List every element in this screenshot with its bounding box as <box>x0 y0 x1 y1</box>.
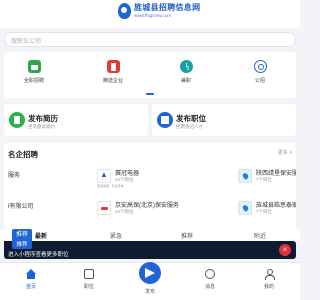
company-name: 赛冠电器 <box>115 171 140 177</box>
company-name: 旌城县皓思泰家具厂 <box>256 203 296 209</box>
company-logo-icon <box>97 169 111 183</box>
briefcase-icon <box>27 60 41 73</box>
nav-label: 消息 <box>204 284 215 290</box>
nav-label: 我的 <box>263 284 274 290</box>
message-icon <box>205 269 215 279</box>
search-placeholder: 搜职位公司 <box>11 39 42 45</box>
miniapp-banner[interactable]: 推荐 进入小程序查看更多职位 × <box>4 241 296 259</box>
notice-text: 进入小程序查看更多职位 <box>8 252 69 258</box>
company-logo-icon <box>97 201 111 215</box>
company-card[interactable]: 旌城县皓思泰家具厂 7个岗位 <box>238 199 296 225</box>
post-job-card[interactable]: 发布职位 招聘身边人才 <box>152 104 296 136</box>
menu-item-public[interactable]: 公招 <box>240 60 280 84</box>
badge-icon <box>253 60 267 73</box>
job-tabs: 最新 紧急 推荐 附近 <box>0 229 300 241</box>
top-bar: 旌城县招聘信息网 www.fhqpcnw.com <box>0 0 300 28</box>
company-job-count: 7个岗位 <box>256 209 273 214</box>
promo-title: 发布简历 <box>28 114 58 123</box>
tab-nearby[interactable]: 附近 <box>254 231 266 240</box>
promo-title: 发布职位 <box>176 114 206 123</box>
category-menu: 全职招聘 精选企业 兼职 公招 <box>4 52 296 98</box>
menu-label: 公招 <box>254 78 265 84</box>
company-name: 京安高保(北京)保安服务 <box>115 203 179 209</box>
logo-text: 旌城县招聘信息网 www.fhqpcnw.com <box>134 2 201 19</box>
logo-title: 旌城县招聘信息网 <box>134 2 201 12</box>
nav-profile[interactable]: 我的 <box>254 269 284 290</box>
building-icon <box>106 60 120 73</box>
company-card[interactable]: 京安高保(北京)保安服务 10个岗位 <box>97 199 232 225</box>
section-title: 名企招聘 <box>8 150 38 159</box>
post-resume-card[interactable]: 发布简历 坐等面试邀约 <box>4 104 148 136</box>
nav-post-label: 发布 <box>144 289 155 295</box>
clock-icon <box>179 60 193 73</box>
company-name: 陕西靖垦保安服务 <box>256 171 296 177</box>
company-job-count: 10个岗位 <box>115 177 134 182</box>
promo-subtitle: 坐等面试邀约 <box>28 124 55 129</box>
close-icon[interactable]: × <box>279 244 291 256</box>
company-tagline: 赛冠电器 · 专注家电 <box>97 184 124 188</box>
nav-label: 职位 <box>83 284 94 290</box>
tab-urgent[interactable]: 紧急 <box>110 231 122 240</box>
company-cut-label[interactable]: 服务 <box>8 170 20 179</box>
tab-recommended[interactable]: 推荐 <box>181 231 193 240</box>
company-card[interactable]: 陕西靖垦保安服务 7个岗位 <box>238 167 296 193</box>
send-icon[interactable] <box>139 262 161 284</box>
company-job-count: 10个岗位 <box>115 209 134 214</box>
promo-subtitle: 招聘身边人才 <box>176 124 203 129</box>
resume-icon <box>9 112 25 128</box>
site-logo[interactable]: 旌城县招聘信息网 www.fhqpcnw.com <box>118 3 200 19</box>
nav-home[interactable]: 首页 <box>16 269 46 290</box>
user-icon <box>264 269 275 280</box>
company-card[interactable]: 赛冠电器 10个岗位 赛冠电器 · 专注家电 <box>97 167 227 193</box>
logo-domain: www.fhqpcnw.com <box>134 12 172 18</box>
menu-label: 精选企业 <box>102 78 123 84</box>
logo-mark-icon <box>118 3 131 19</box>
company-logo-icon <box>238 169 252 183</box>
menu-item-parttime[interactable]: 兼职 <box>166 60 206 84</box>
menu-page-indicator <box>146 93 154 95</box>
tab-latest[interactable]: 最新 <box>35 231 47 240</box>
company-logo-icon <box>238 201 252 215</box>
company-job-count: 7个岗位 <box>256 177 273 182</box>
nav-jobs[interactable]: 职位 <box>74 269 104 290</box>
featured-companies: 名企招聘 更多 > 服务 l有限公司 赛冠电器 10个岗位 赛冠电器 · 专注家… <box>4 143 296 229</box>
job-post-icon <box>157 112 173 128</box>
menu-label: 兼职 <box>180 78 191 84</box>
menu-item-fulltime[interactable]: 全职招聘 <box>14 60 54 84</box>
nav-label: 首页 <box>25 284 36 290</box>
company-cut-label[interactable]: l有限公司 <box>8 201 33 210</box>
more-link[interactable]: 更多 > <box>278 149 292 156</box>
home-icon <box>26 269 36 279</box>
tab-badge: 推荐 <box>12 229 32 241</box>
notice-badge: 推荐 <box>12 241 32 249</box>
menu-label: 全职招聘 <box>23 78 44 84</box>
job-icon <box>84 269 94 279</box>
search-input[interactable]: 搜职位公司 <box>4 32 296 47</box>
menu-item-companies[interactable]: 精选企业 <box>93 60 133 84</box>
nav-messages[interactable]: 消息 <box>195 269 225 290</box>
